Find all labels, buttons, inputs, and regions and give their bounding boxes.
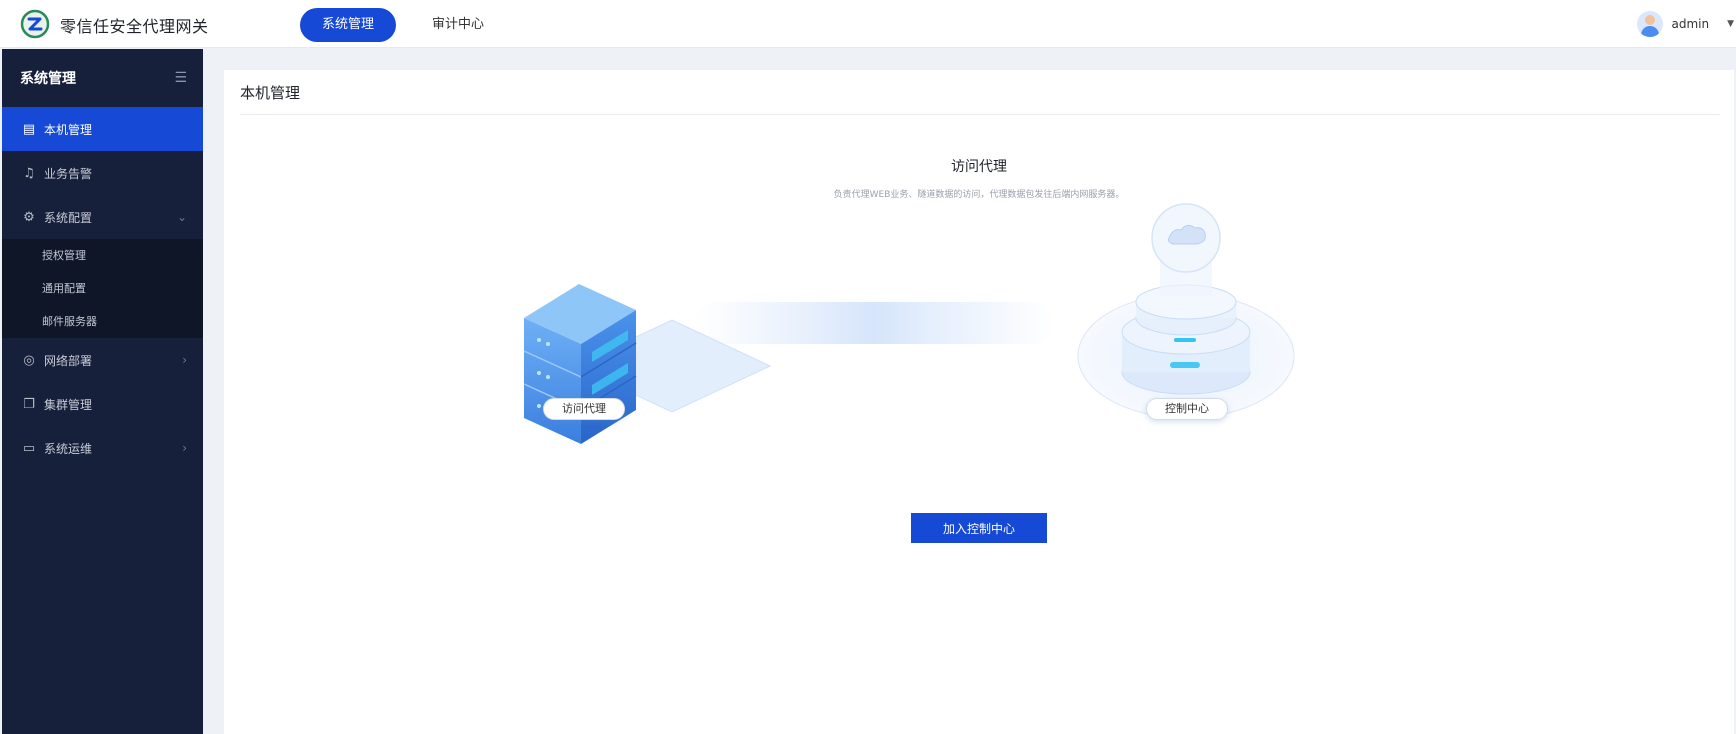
sidebar-item-system-config[interactable]: ⚙ 系统配置 ⌄	[2, 195, 203, 239]
sidebar-item-local-management[interactable]: ▤ 本机管理	[2, 107, 203, 151]
control-center-icon	[1077, 203, 1295, 419]
sidebar-item-label: 系统运维	[44, 441, 93, 456]
app-title: 零信任安全代理网关	[60, 17, 209, 36]
sidebar-subitem-license[interactable]: 授权管理	[2, 239, 203, 272]
connection-beam	[694, 302, 1054, 344]
chevron-down-icon[interactable]: ▼	[1727, 19, 1734, 29]
sidebar-subitem-mail-server[interactable]: 邮件服务器	[2, 305, 203, 338]
system-config-submenu: 授权管理 通用配置 邮件服务器	[2, 239, 203, 338]
sidebar-item-business-alerts[interactable]: ♫ 业务告警	[2, 151, 203, 195]
app-logo	[20, 9, 50, 39]
cluster-icon: ❐	[23, 396, 35, 412]
sidebar-item-label: 集群管理	[44, 397, 93, 412]
sidebar-item-label: 业务告警	[44, 166, 93, 181]
avatar	[1637, 11, 1664, 37]
user-menu[interactable]: admin ▼	[1637, 9, 1736, 39]
chevron-right-icon: ›	[182, 441, 187, 455]
chevron-right-icon: ›	[182, 353, 187, 367]
collapse-menu-icon[interactable]: ☰	[174, 70, 187, 86]
tab-audit-center[interactable]: 审计中心	[410, 8, 506, 42]
server-icon: ▤	[22, 121, 36, 137]
main-content: 本机管理 访问代理 负责代理WEB业务、隧道数据的访问，代理数据包发往后端内网服…	[224, 70, 1734, 734]
join-control-center-button[interactable]: 加入控制中心	[911, 513, 1047, 543]
monitor-icon: ▭	[22, 440, 36, 456]
sidebar-item-system-ops[interactable]: ▭ 系统运维 ›	[2, 426, 203, 470]
sidebar-item-network-deploy[interactable]: ◎ 网络部署 ›	[2, 338, 203, 382]
sidebar-item-label: 网络部署	[44, 353, 93, 368]
chevron-down-icon: ⌄	[176, 210, 187, 224]
username: admin	[1671, 17, 1710, 31]
tab-system-management[interactable]: 系统管理	[300, 8, 397, 42]
control-center-node-label: 控制中心	[1146, 398, 1228, 420]
sidebar-header: 系统管理 ☰	[2, 49, 203, 107]
sidebar-title: 系统管理	[20, 71, 76, 87]
globe-icon: ◎	[23, 352, 35, 368]
sidebar-item-label: 系统配置	[44, 210, 93, 225]
top-bar: 零信任安全代理网关 系统管理 审计中心 admin ▼	[0, 0, 1736, 48]
sidebar-item-cluster-management[interactable]: ❐ 集群管理	[2, 382, 203, 426]
topology-illustration	[523, 203, 1295, 444]
sidebar: 系统管理 ☰ ▤ 本机管理 ♫ 业务告警 ⚙ 系统配置 ⌄ 授权管理 通用配置 …	[2, 49, 203, 734]
sidebar-subitem-general-config[interactable]: 通用配置	[2, 272, 203, 305]
sidebar-item-label: 本机管理	[44, 122, 93, 137]
gear-icon: ⚙	[23, 209, 35, 225]
bell-icon: ♫	[23, 165, 35, 181]
proxy-node-label: 访问代理	[543, 398, 625, 420]
